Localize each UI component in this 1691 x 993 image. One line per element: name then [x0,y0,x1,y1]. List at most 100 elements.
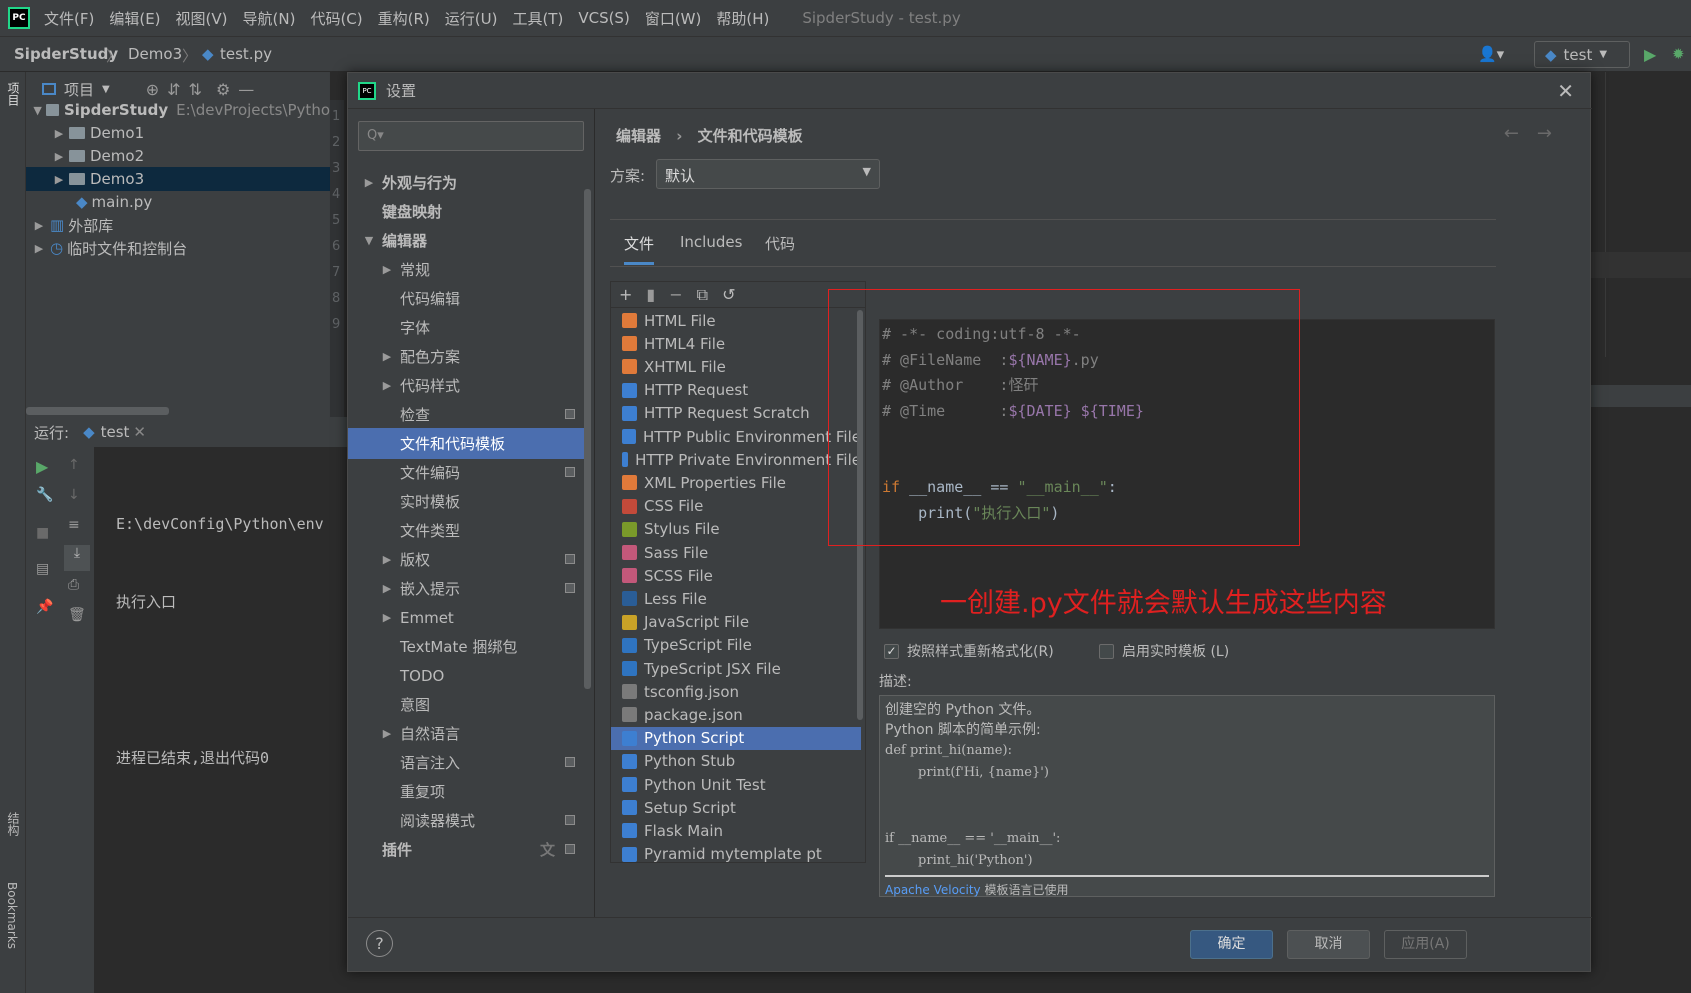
sidebar-item-editor[interactable]: ▼ 编辑器 [348,225,585,256]
settings-search-input[interactable]: Q▾ [358,121,584,151]
menu-edit[interactable]: 编辑(E) [109,8,160,29]
template-item[interactable]: Python Stub [611,750,861,773]
ok-button[interactable]: 确定 [1190,930,1273,959]
tree-item-demo1[interactable]: ▶ Demo1 [26,121,330,145]
menu-code[interactable]: 代码(C) [310,8,362,29]
menu-refactor[interactable]: 重构(R) [378,8,430,29]
template-item[interactable]: Python Unit Test [611,773,861,796]
add-icon[interactable]: + [619,285,632,304]
reformat-checkbox[interactable]: ✓ 按照样式重新格式化(R) [884,641,1054,661]
remove-icon[interactable]: − [669,285,682,304]
pin-icon[interactable]: 📌 [36,599,53,615]
sidebar-item-file-encodings[interactable]: 文件编码 [348,457,585,488]
sidebar-item-plugins[interactable]: 插件文 [348,834,585,865]
template-item[interactable]: HTTP Request Scratch [611,402,861,425]
sidebar-scrollbar[interactable] [584,189,591,689]
sidebar-item-color-scheme[interactable]: ▶ 配色方案 [348,341,585,372]
template-item[interactable]: Flask Main [611,819,861,842]
breadcrumb-folder[interactable]: Demo3 [128,45,182,63]
tab-includes[interactable]: Includes [680,233,742,259]
tree-item-scratches[interactable]: ▶ ◷ 临时文件和控制台 [26,236,330,260]
tree-item-demo3[interactable]: ▶ Demo3 [26,167,330,191]
project-tool-tab[interactable]: 项目 [5,82,22,106]
sidebar-item-natural-languages[interactable]: ▶ 自然语言 [348,718,585,749]
project-panel-title[interactable]: 项目 [64,79,94,100]
run-tab-label[interactable]: test [101,423,130,441]
sidebar-item-general[interactable]: ▶ 常规 [348,254,585,285]
debug-icon[interactable]: ✹ [1672,45,1685,63]
chevron-down-icon[interactable]: ▼ [102,84,110,95]
sidebar-item-inlay-hints[interactable]: ▶ 嵌入提示 [348,573,585,604]
apply-button[interactable]: 应用(A) [1384,930,1467,959]
sidebar-item-language-injections[interactable]: 语言注入 [348,747,585,778]
menu-vcs[interactable]: VCS(S) [578,9,629,27]
menu-window[interactable]: 窗口(W) [645,8,702,29]
template-item[interactable]: Setup Script [611,796,861,819]
gear-icon[interactable]: ⚙ [216,80,230,99]
scroll-to-end-icon[interactable]: ⤓ [64,545,90,571]
bookmarks-tool-tab[interactable]: Bookmarks [5,882,19,949]
template-item[interactable]: HTML4 File [611,332,861,355]
template-item[interactable]: XML Properties File [611,471,861,494]
menu-file[interactable]: 文件(F) [44,8,94,29]
live-template-checkbox[interactable]: 启用实时模板 (L) [1099,641,1229,661]
tab-files[interactable]: 文件 [624,233,655,265]
cancel-button[interactable]: 取消 [1287,930,1370,959]
sidebar-item-reader-mode[interactable]: 阅读器模式 [348,805,585,836]
trash-icon[interactable]: 🗑 [68,607,86,623]
wrench-icon[interactable]: 🔧 [36,487,53,503]
sidebar-item-todo[interactable]: TODO [348,660,585,691]
menu-tools[interactable]: 工具(T) [512,8,563,29]
sidebar-item-appearance[interactable]: ▶ 外观与行为 [348,167,585,198]
run-icon[interactable]: ▶ [1644,45,1656,64]
menu-run[interactable]: 运行(U) [445,8,498,29]
tree-item-demo2[interactable]: ▶ Demo2 [26,144,330,168]
template-item[interactable]: XHTML File [611,355,861,378]
copy-icon[interactable]: ⧉ [697,285,708,305]
expand-all-icon[interactable]: ⇵ [167,80,180,99]
add-child-icon[interactable]: ▮ [646,285,655,304]
arrow-up-icon[interactable]: ↑ [68,457,80,473]
template-item[interactable]: HTTP Private Environment File [611,448,861,471]
collapse-all-icon[interactable]: ⇅ [189,80,202,99]
soft-wrap-icon[interactable]: ≡ [68,517,80,533]
reset-icon[interactable]: ↺ [722,285,735,304]
close-icon[interactable]: ✕ [133,423,146,441]
sidebar-item-live-templates[interactable]: 实时模板 [348,486,585,517]
sidebar-item-copyright[interactable]: ▶ 版权 [348,544,585,575]
scheme-select[interactable]: 默认 ▼ [656,159,880,189]
checkbox-unchecked-icon[interactable] [1099,643,1114,659]
print-icon[interactable]: ⎙ [68,577,79,593]
breadcrumb-project[interactable]: SipderStudy [14,45,118,63]
breadcrumb-file[interactable]: test.py [220,45,272,63]
template-item[interactable]: tsconfig.json [611,680,861,703]
sidebar-item-duplicates[interactable]: 重复项 [348,776,585,807]
template-item[interactable]: Stylus File [611,518,861,541]
sidebar-item-textmate[interactable]: TextMate 捆绑包 [348,631,585,662]
run-config-selector[interactable]: ◆ test ▼ [1534,41,1630,68]
layout-icon[interactable]: ▤ [36,561,49,577]
template-item[interactable]: TypeScript JSX File [611,657,861,680]
sidebar-item-keymap[interactable]: 键盘映射 [348,196,585,227]
sidebar-item-inspections[interactable]: 检查 [348,399,585,430]
locate-icon[interactable]: ⊕ [146,80,159,99]
structure-tool-tab[interactable]: 结构 [5,812,22,836]
hide-icon[interactable]: — [238,80,254,99]
tree-item-main-py[interactable]: ◆ main.py [26,190,330,214]
template-item[interactable]: SCSS File [611,564,861,587]
menu-help[interactable]: 帮助(H) [716,8,769,29]
user-icon[interactable]: 👤▾ [1478,45,1504,63]
template-item[interactable]: Python Script [611,726,861,750]
tab-code[interactable]: 代码 [765,233,795,262]
template-item[interactable]: HTTP Request [611,379,861,402]
sidebar-item-file-templates[interactable]: 文件和代码模板 [348,428,585,459]
help-button[interactable]: ? [366,930,393,957]
sidebar-item-font[interactable]: 字体 [348,312,585,343]
sidebar-item-code-style[interactable]: ▶ 代码样式 [348,370,585,401]
sidebar-item-emmet[interactable]: ▶ Emmet [348,602,585,633]
checkbox-checked-icon[interactable]: ✓ [884,643,899,659]
close-icon[interactable]: ✕ [1557,79,1574,103]
rerun-icon[interactable]: ▶ [36,457,48,476]
arrow-down-icon[interactable]: ↓ [68,487,80,503]
template-item[interactable]: Sass File [611,541,861,564]
